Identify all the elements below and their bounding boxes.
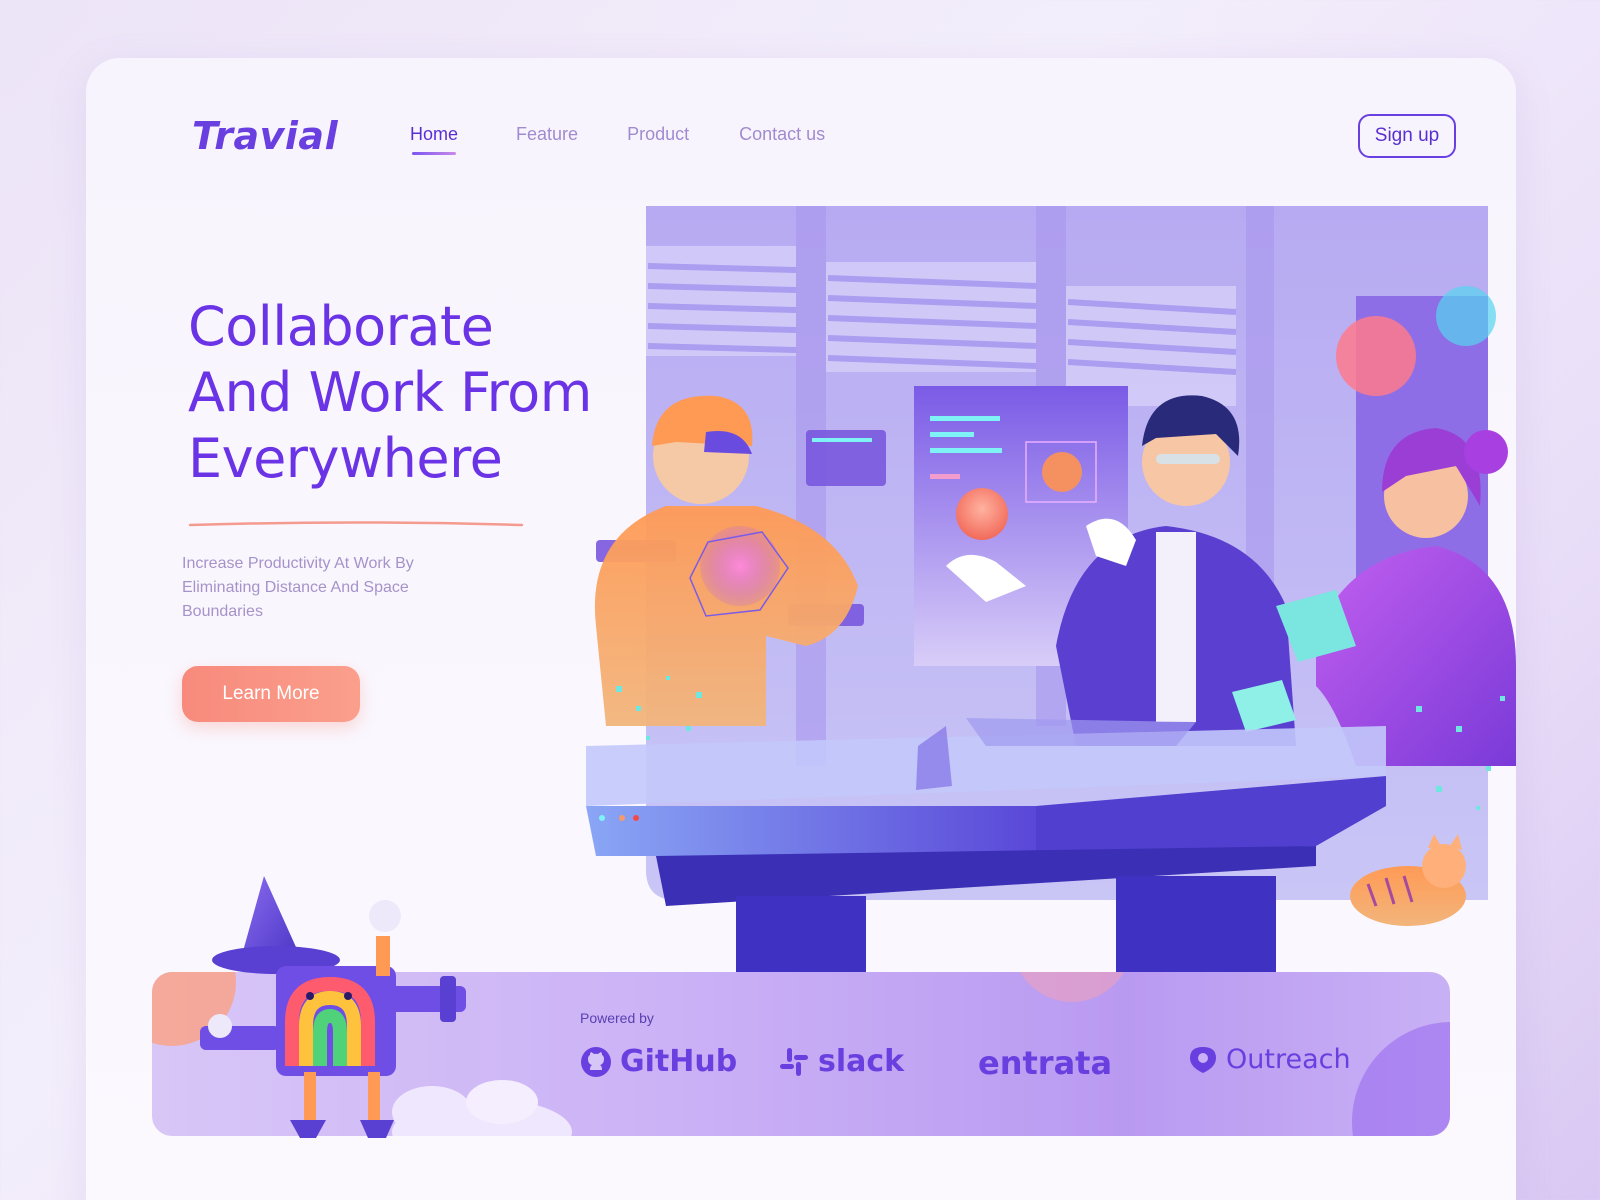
partner-github-logo[interactable]: GitHub: [580, 1044, 737, 1079]
nav-product[interactable]: Product: [627, 124, 689, 145]
github-icon: [581, 1046, 611, 1077]
nav-feature[interactable]: Feature: [516, 124, 578, 145]
title-underline: [188, 521, 524, 527]
partner-name: entrata: [978, 1044, 1113, 1082]
learn-more-button[interactable]: Learn More: [182, 666, 360, 722]
partner-name: Outreach: [1226, 1044, 1351, 1075]
hero-subtitle-line: Increase Productivity At Work By: [182, 555, 414, 572]
nav-home[interactable]: Home: [410, 124, 458, 155]
hero-subtitle-line: Eliminating Distance And Space: [182, 579, 409, 596]
hero-illustration: [586, 206, 1516, 976]
partner-outreach-logo[interactable]: Outreach: [1188, 1044, 1351, 1075]
nav-contact-us[interactable]: Contact us: [739, 124, 825, 145]
partner-name: GitHub: [620, 1044, 738, 1079]
outreach-icon: [1190, 1046, 1216, 1073]
main-nav: Home Feature Product Contact us: [410, 124, 825, 155]
partner-entrata-logo[interactable]: entrata: [978, 1044, 1112, 1082]
powered-by-label: Powered by: [580, 1010, 654, 1026]
brand-logo[interactable]: Travial: [192, 114, 338, 158]
partner-slack-logo[interactable]: slack: [778, 1044, 904, 1079]
hero-subtitle-line: Boundaries: [182, 603, 263, 620]
slack-icon: [780, 1047, 808, 1076]
wizard-mascot-illustration: [200, 876, 466, 1138]
hero-subtitle: Increase Productivity At Work By Elimina…: [182, 552, 482, 624]
sign-up-button[interactable]: Sign up: [1358, 114, 1456, 158]
partner-name: slack: [818, 1044, 905, 1079]
